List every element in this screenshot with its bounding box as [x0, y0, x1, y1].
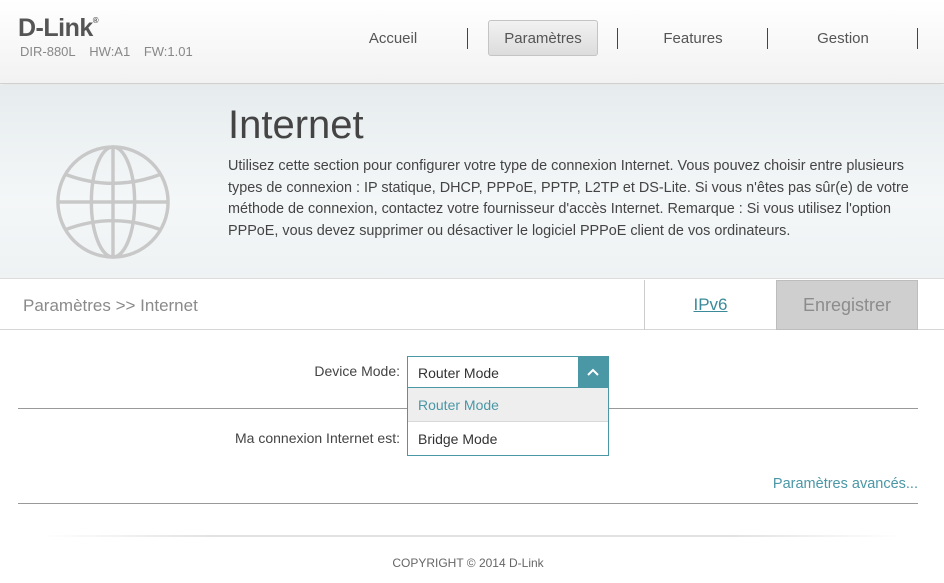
- device-info: DIR-880L HW:A1 FW:1.01: [20, 44, 201, 59]
- nav-separator: [617, 28, 618, 49]
- nav-features[interactable]: Features: [638, 20, 748, 56]
- nav-separator: [767, 28, 768, 49]
- nav-separator: [917, 28, 918, 49]
- chevron-up-icon: [587, 368, 599, 376]
- action-bar: Paramètres >> Internet IPv6 Enregistrer: [0, 280, 944, 330]
- dlink-logo[interactable]: D-Link®: [18, 14, 99, 43]
- firmware-version: FW:1.01: [143, 44, 193, 59]
- logo-text: D-Link: [18, 14, 93, 42]
- divider: [18, 503, 918, 504]
- hardware-version: HW:A1: [89, 44, 131, 59]
- footer-divider: [40, 535, 904, 537]
- nav-parametres[interactable]: Paramètres: [488, 20, 598, 56]
- advanced-settings-link[interactable]: Paramètres avancés...: [773, 476, 918, 492]
- device-mode-dropdown: Router Mode Bridge Mode: [407, 388, 609, 456]
- device-mode-select[interactable]: Router Mode: [407, 356, 609, 388]
- trademark: ®: [92, 16, 99, 25]
- page-title: Internet: [228, 103, 364, 147]
- option-bridge-mode[interactable]: Bridge Mode: [408, 422, 608, 456]
- connection-type-label: Ma connexion Internet est:: [235, 430, 400, 446]
- page-description: Utilisez cette section pour configurer v…: [228, 158, 909, 239]
- page-banner: Internet Utilisez cette section pour con…: [0, 85, 944, 279]
- dropdown-toggle[interactable]: [578, 357, 608, 387]
- nav-separator: [467, 28, 468, 49]
- model-name: DIR-880L: [20, 44, 76, 59]
- device-mode-value: Router Mode: [418, 365, 499, 381]
- header: D-Link® DIR-880L HW:A1 FW:1.01 Accueil P…: [0, 0, 944, 84]
- nav-gestion[interactable]: Gestion: [788, 20, 898, 56]
- option-router-mode[interactable]: Router Mode: [408, 388, 608, 422]
- globe-icon: [56, 145, 170, 259]
- nav-accueil[interactable]: Accueil: [338, 20, 448, 56]
- save-button[interactable]: Enregistrer: [776, 280, 918, 330]
- device-mode-label: Device Mode:: [314, 363, 400, 379]
- breadcrumb: Paramètres >> Internet: [23, 296, 198, 315]
- ipv6-button[interactable]: IPv6: [644, 280, 776, 330]
- copyright: COPYRIGHT © 2014 D-Link: [392, 556, 544, 570]
